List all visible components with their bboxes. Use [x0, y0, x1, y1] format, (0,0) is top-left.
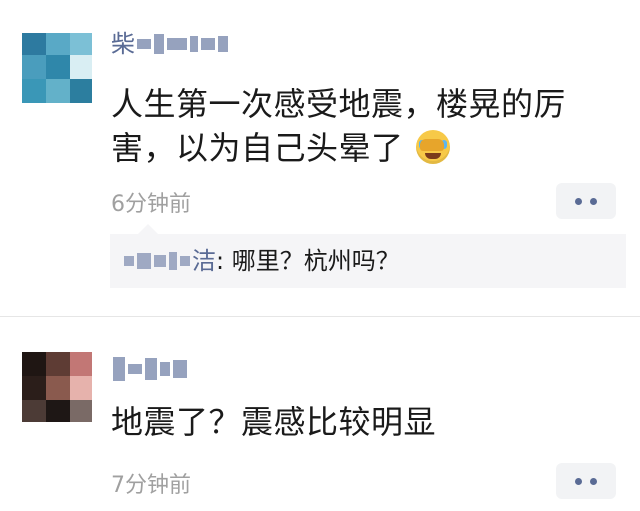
dot-icon — [575, 477, 582, 485]
post-content: 地震了？震感比较明显 — [111, 403, 437, 441]
more-actions-button[interactable] — [556, 183, 616, 219]
dot-icon — [590, 197, 597, 205]
comment-author-visible-char: 洁 — [192, 247, 216, 275]
comment-author[interactable]: 洁 — [124, 244, 216, 278]
post-time: 6分钟前 — [111, 192, 191, 217]
comments-caret — [138, 224, 158, 234]
post-time: 7分钟前 — [111, 473, 191, 498]
comment-author-mosaic — [124, 252, 190, 270]
author-name-visible-char: 柴 — [111, 30, 135, 58]
post-content: 人生第一次感受地震，楼晃的厉 害，以为自己头晕了 — [111, 82, 621, 170]
post-content-line-2-text: 害，以为自己头晕了 — [111, 129, 404, 167]
dot-icon — [575, 197, 582, 205]
author-name-mosaic — [137, 34, 228, 54]
post-content-line-2: 害，以为自己头晕了 — [111, 126, 621, 170]
comment-item[interactable]: 洁 : 哪里？杭州吗？ — [124, 244, 400, 278]
comment-text: 哪里？杭州吗？ — [231, 247, 400, 275]
post-content-line-1: 人生第一次感受地震，楼晃的厉 — [111, 85, 567, 123]
facepalm-crying-emoji-icon — [416, 130, 451, 164]
dot-icon — [590, 477, 597, 485]
author-name[interactable]: 柴 — [111, 32, 228, 56]
moment-post-2: 地震了？震感比较明显 7分钟前 — [0, 317, 640, 511]
avatar[interactable] — [22, 352, 92, 422]
author-name-mosaic — [113, 357, 187, 381]
comments-area: 洁 : 哪里？杭州吗？ — [110, 224, 626, 288]
moment-post-1: 柴 人生第一次感受地震，楼晃的厉 害，以为自己头晕了 6分钟前 洁: 哪里？杭… — [0, 0, 640, 316]
avatar[interactable] — [22, 33, 92, 103]
author-name[interactable] — [113, 357, 187, 381]
more-actions-button[interactable] — [556, 463, 616, 499]
comment-separator: : — [216, 247, 232, 275]
